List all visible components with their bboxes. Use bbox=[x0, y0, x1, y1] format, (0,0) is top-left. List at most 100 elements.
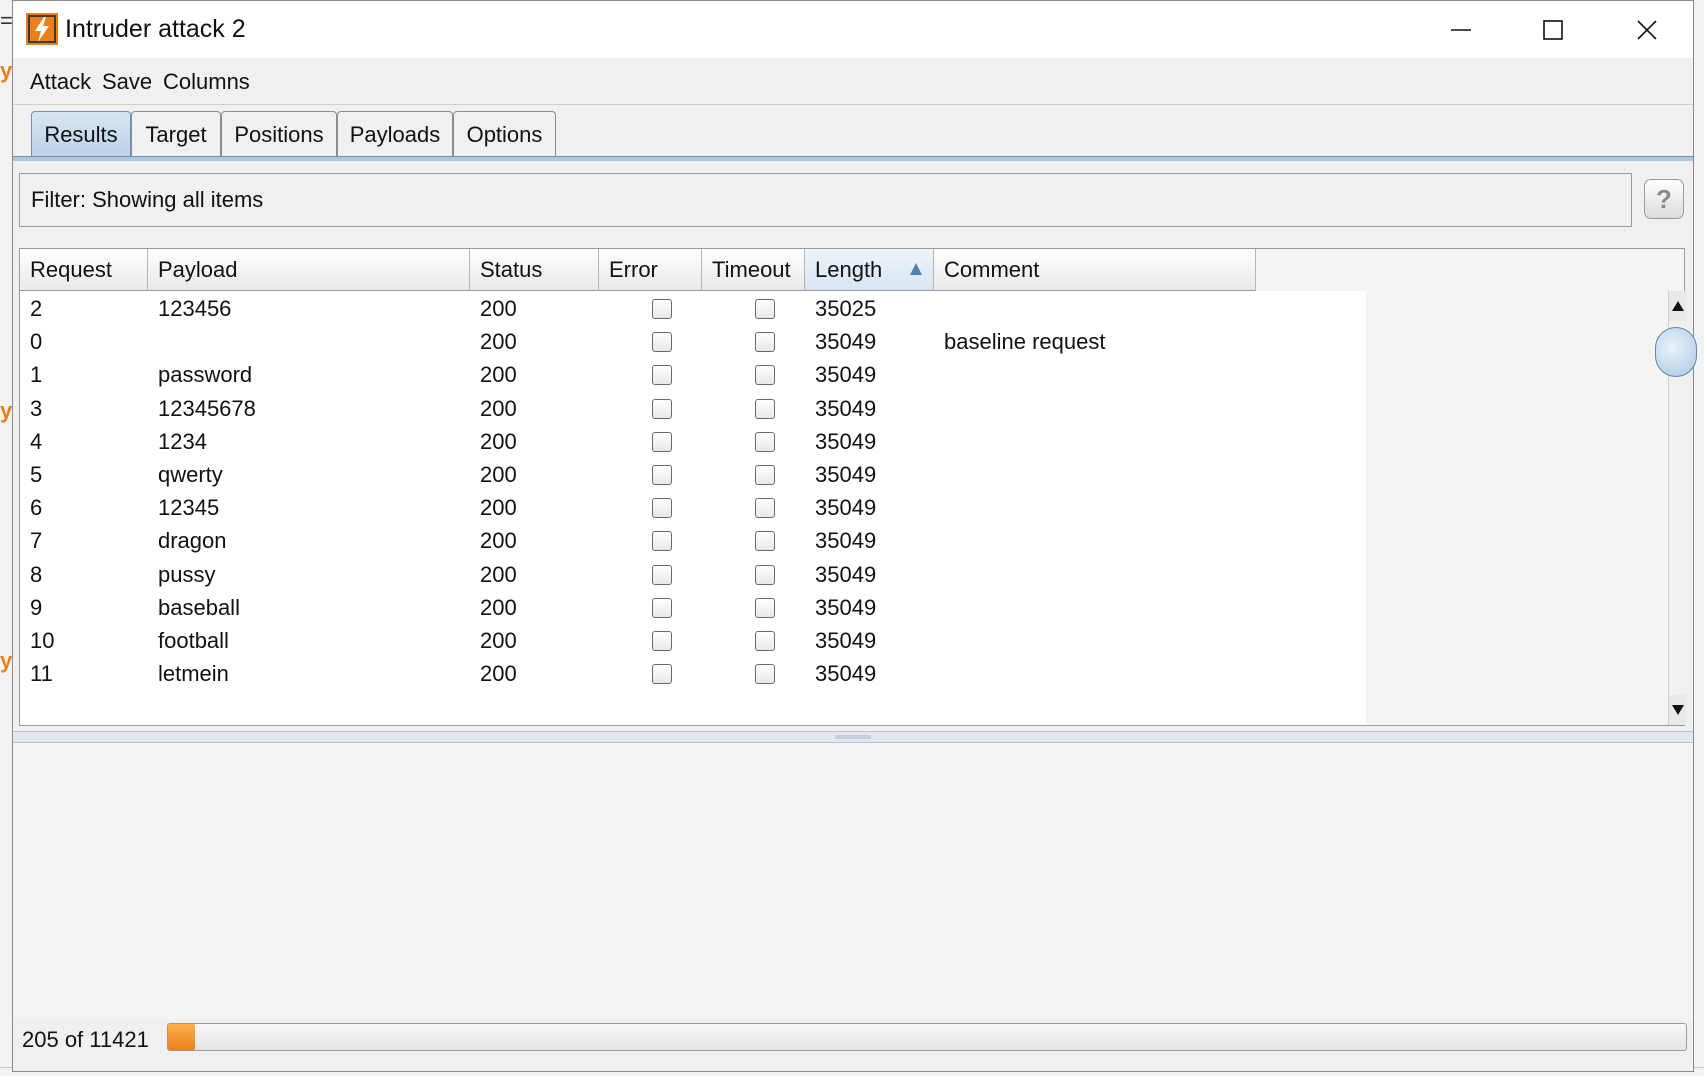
cell-error bbox=[599, 523, 702, 559]
cell-payload: football bbox=[158, 628, 229, 653]
table-row[interactable]: 2 123456 200 35025 bbox=[20, 291, 1366, 327]
timeout-checkbox[interactable] bbox=[754, 431, 775, 452]
error-checkbox[interactable] bbox=[651, 332, 672, 353]
cell-payload: qwerty bbox=[158, 462, 223, 487]
cell-payload: 12345 bbox=[158, 495, 220, 521]
scroll-down-button[interactable] bbox=[1669, 695, 1687, 725]
error-checkbox[interactable] bbox=[651, 631, 672, 651]
filter-bar[interactable]: Filter: Showing all items bbox=[19, 173, 1632, 227]
timeout-checkbox[interactable] bbox=[754, 299, 775, 319]
cell-comment bbox=[934, 656, 1256, 692]
menu-attack[interactable]: Attack bbox=[30, 69, 91, 95]
cell-comment bbox=[934, 391, 1256, 427]
tab-positions[interactable]: Positions bbox=[221, 111, 337, 157]
cell-error bbox=[599, 291, 702, 327]
timeout-checkbox[interactable] bbox=[754, 465, 775, 485]
timeout-checkbox[interactable] bbox=[754, 498, 775, 519]
cell-timeout bbox=[702, 291, 805, 327]
table-row[interactable]: 3 12345678 200 35049 bbox=[20, 391, 1366, 427]
error-checkbox[interactable] bbox=[651, 531, 672, 552]
splitter-grip-icon[interactable] bbox=[835, 735, 871, 739]
timeout-checkbox[interactable] bbox=[754, 631, 775, 651]
column-header-comment[interactable]: Comment bbox=[934, 249, 1256, 291]
detail-pane bbox=[13, 743, 1693, 1019]
tab-options[interactable]: Options bbox=[453, 111, 556, 157]
timeout-checkbox[interactable] bbox=[754, 531, 775, 552]
tab-underline bbox=[13, 156, 1693, 161]
column-header-timeout[interactable]: Timeout bbox=[702, 249, 805, 291]
maximize-icon bbox=[1543, 19, 1563, 40]
timeout-checkbox[interactable] bbox=[754, 564, 775, 585]
error-checkbox[interactable] bbox=[651, 664, 672, 685]
cell-payload: dragon bbox=[158, 528, 227, 554]
results-table: Request Payload Status Error Timeout Len… bbox=[19, 248, 1697, 726]
scroll-track[interactable] bbox=[1669, 321, 1687, 695]
table-row[interactable]: 6 12345 200 35049 bbox=[20, 490, 1366, 526]
error-checkbox[interactable] bbox=[651, 597, 672, 618]
cell-request: 4 bbox=[30, 428, 43, 454]
maximize-button[interactable] bbox=[1507, 1, 1599, 58]
cell-comment bbox=[934, 490, 1256, 526]
cell-request: 9 bbox=[30, 594, 43, 620]
cell-comment bbox=[934, 523, 1256, 559]
table-row[interactable]: 0 200 35049 baseline request bbox=[20, 324, 1366, 360]
timeout-checkbox[interactable] bbox=[754, 398, 775, 419]
table-header: Request Payload Status Error Timeout Len… bbox=[20, 249, 1366, 291]
table-row[interactable]: 7 dragon 200 35049 bbox=[20, 523, 1366, 559]
cell-timeout bbox=[702, 490, 805, 526]
cell-request: 7 bbox=[30, 528, 43, 554]
timeout-checkbox[interactable] bbox=[754, 332, 775, 353]
cell-length: 35049 bbox=[815, 561, 877, 587]
minimize-button[interactable] bbox=[1415, 1, 1507, 58]
error-checkbox[interactable] bbox=[651, 398, 672, 419]
column-header-payload[interactable]: Payload bbox=[148, 249, 470, 291]
table-row[interactable]: 1 password 200 35049 bbox=[20, 357, 1366, 393]
table-row[interactable]: 11 letmein 200 35049 bbox=[20, 656, 1366, 692]
menu-columns[interactable]: Columns bbox=[163, 69, 250, 95]
pane-splitter[interactable] bbox=[13, 731, 1693, 743]
cell-payload: 1234 bbox=[158, 428, 207, 454]
tab-results[interactable]: Results bbox=[31, 111, 131, 157]
cell-length: 35025 bbox=[815, 296, 877, 321]
timeout-checkbox[interactable] bbox=[754, 664, 775, 685]
cell-status: 200 bbox=[480, 495, 517, 521]
column-header-status[interactable]: Status bbox=[470, 249, 599, 291]
timeout-checkbox[interactable] bbox=[754, 597, 775, 618]
title-bar[interactable]: Intruder attack 2 bbox=[13, 1, 1693, 58]
column-header-length[interactable]: Length bbox=[805, 249, 934, 291]
scroll-down-icon bbox=[1672, 705, 1684, 715]
scroll-up-button[interactable] bbox=[1669, 291, 1687, 321]
cell-comment: baseline request bbox=[944, 329, 1106, 355]
cell-error bbox=[599, 623, 702, 659]
cell-timeout bbox=[702, 656, 805, 692]
timeout-checkbox[interactable] bbox=[754, 365, 775, 386]
tab-target[interactable]: Target bbox=[131, 111, 221, 157]
scroll-thumb[interactable] bbox=[1655, 327, 1697, 377]
help-button[interactable]: ? bbox=[1644, 179, 1684, 219]
error-checkbox[interactable] bbox=[651, 564, 672, 585]
tab-payloads[interactable]: Payloads bbox=[337, 111, 453, 157]
cell-status: 200 bbox=[480, 594, 517, 620]
intruder-attack-window: Intruder attack 2 Attack Save Columns Re… bbox=[12, 0, 1697, 1072]
column-header-request[interactable]: Request bbox=[20, 249, 148, 291]
error-checkbox[interactable] bbox=[651, 498, 672, 519]
background-accent-mark: y bbox=[0, 398, 13, 423]
status-bar: 205 of 11421 bbox=[13, 1019, 1693, 1065]
cell-length: 35049 bbox=[815, 528, 877, 554]
error-checkbox[interactable] bbox=[651, 431, 672, 452]
table-row[interactable]: 9 baseball 200 35049 bbox=[20, 590, 1366, 626]
cell-payload: letmein bbox=[158, 661, 229, 687]
column-header-error[interactable]: Error bbox=[599, 249, 702, 291]
table-row[interactable]: 5 qwerty 200 35049 bbox=[20, 457, 1366, 493]
error-checkbox[interactable] bbox=[651, 465, 672, 485]
menu-save[interactable]: Save bbox=[102, 69, 152, 95]
error-checkbox[interactable] bbox=[651, 365, 672, 386]
table-row[interactable]: 4 1234 200 35049 bbox=[20, 424, 1366, 460]
table-row[interactable]: 10 football 200 35049 bbox=[20, 623, 1366, 659]
table-row[interactable]: 8 pussy 200 35049 bbox=[20, 557, 1366, 593]
close-button[interactable] bbox=[1601, 1, 1693, 58]
vertical-scrollbar[interactable] bbox=[1655, 291, 1697, 725]
cell-timeout bbox=[702, 457, 805, 493]
cell-comment bbox=[934, 357, 1256, 393]
error-checkbox[interactable] bbox=[651, 299, 672, 319]
